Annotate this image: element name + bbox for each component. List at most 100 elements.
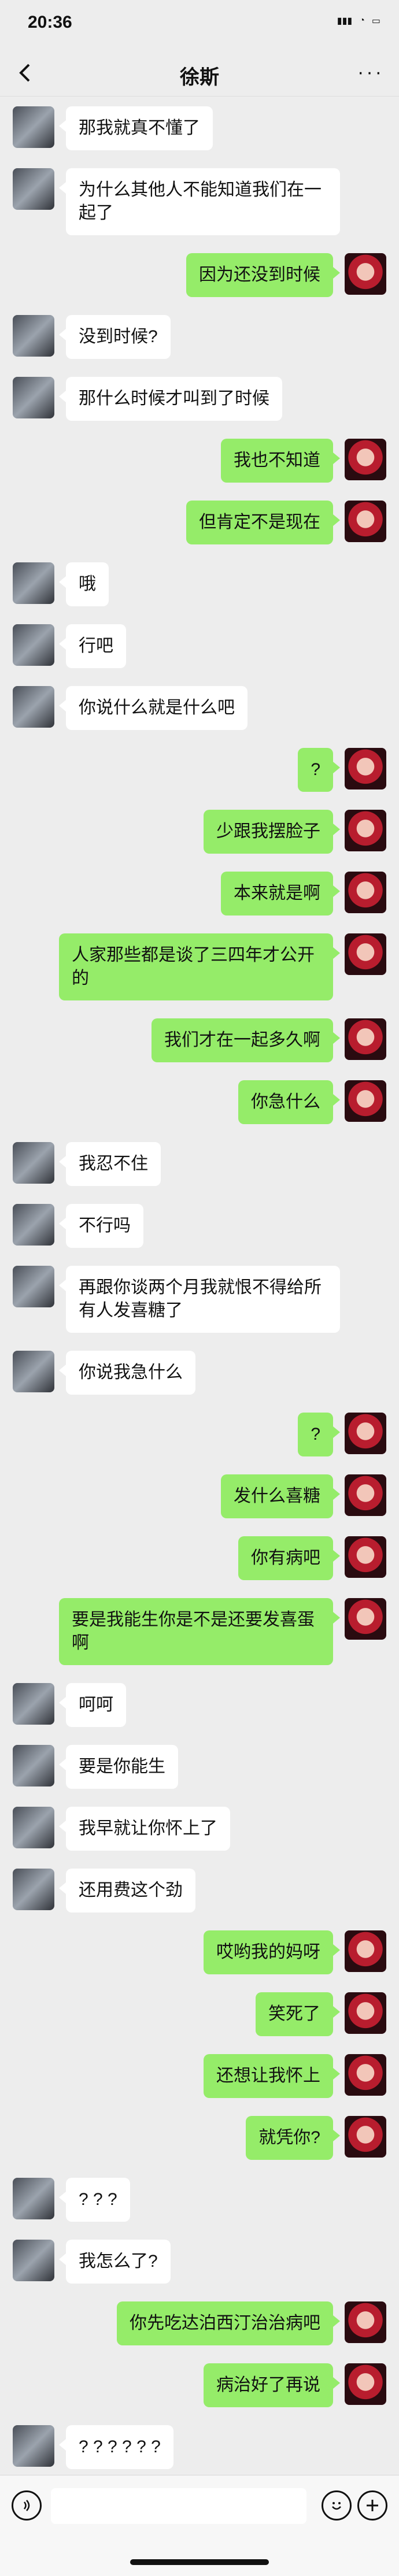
user-avatar[interactable] <box>345 1930 386 1972</box>
contact-avatar[interactable] <box>13 1683 54 1725</box>
message-bubble[interactable]: 要是我能生你是不是还要发喜蛋啊 <box>59 1598 340 1665</box>
message-bubble[interactable]: 呵呵 <box>59 1683 126 1727</box>
message-bubble[interactable]: 就凭你? <box>246 2116 340 2160</box>
user-avatar[interactable] <box>345 2116 386 2158</box>
user-avatar[interactable] <box>345 2301 386 2343</box>
message-bubble[interactable]: 发什么喜糖 <box>221 1474 340 1518</box>
contact-avatar[interactable] <box>13 2178 54 2219</box>
message-bubble[interactable]: ? <box>298 748 340 792</box>
user-avatar[interactable] <box>345 1992 386 2034</box>
message-bubble[interactable]: 我忍不住 <box>59 1142 161 1186</box>
message-bubble[interactable]: 再跟你谈两个月我就恨不得给所有人发喜糖了 <box>59 1266 340 1333</box>
message-bubble[interactable]: 但肯定不是现在 <box>186 501 340 544</box>
contact-avatar[interactable] <box>13 1351 54 1392</box>
contact-avatar[interactable] <box>13 686 54 728</box>
message-bubble[interactable]: 你先吃达泊西汀治治病吧 <box>117 2301 340 2345</box>
received-message: 我忍不住 <box>0 1142 399 1186</box>
message-bubble[interactable]: 因为还没到时候 <box>186 253 340 297</box>
user-avatar[interactable] <box>345 253 386 295</box>
message-bubble[interactable]: 我也不知道 <box>221 439 340 483</box>
received-message: 没到时候? <box>0 315 399 359</box>
sent-message: 本来就是啊 <box>0 872 399 916</box>
message-bubble[interactable]: 我们才在一起多久啊 <box>152 1018 340 1062</box>
user-avatar[interactable] <box>345 933 386 975</box>
message-bubble[interactable]: 你说什么就是什么吧 <box>59 686 247 730</box>
message-bubble[interactable]: 为什么其他人不能知道我们在一起了 <box>59 168 340 235</box>
user-avatar[interactable] <box>345 1598 386 1640</box>
message-bubble[interactable]: 你急什么 <box>238 1080 340 1124</box>
voice-input-icon[interactable] <box>12 2490 42 2521</box>
sent-message: 因为还没到时候 <box>0 253 399 297</box>
contact-avatar[interactable] <box>13 377 54 418</box>
message-bubble[interactable]: 本来就是啊 <box>221 872 340 916</box>
sent-message: 我们才在一起多久啊 <box>0 1018 399 1062</box>
contact-avatar[interactable] <box>13 168 54 210</box>
received-message: 你说什么就是什么吧 <box>0 686 399 730</box>
user-avatar[interactable] <box>345 810 386 851</box>
message-bubble[interactable]: 要是你能生 <box>59 1745 178 1789</box>
user-avatar[interactable] <box>345 1474 386 1516</box>
message-bubble[interactable]: 哎哟我的妈呀 <box>204 1930 340 1974</box>
contact-avatar[interactable] <box>13 1807 54 1848</box>
message-bubble[interactable]: 哦 <box>59 562 109 606</box>
received-message: 为什么其他人不能知道我们在一起了 <box>0 168 399 235</box>
message-bubble[interactable]: 那我就真不懂了 <box>59 106 213 150</box>
contact-avatar[interactable] <box>13 1266 54 1307</box>
user-avatar[interactable] <box>345 748 386 790</box>
message-bubble[interactable]: 不行吗 <box>59 1204 143 1248</box>
user-avatar[interactable] <box>345 1080 386 1122</box>
contact-avatar[interactable] <box>13 2425 54 2467</box>
contact-avatar[interactable] <box>13 1142 54 1184</box>
sent-message: 还想让我怀上 <box>0 2054 399 2098</box>
received-message: 再跟你谈两个月我就恨不得给所有人发喜糖了 <box>0 1266 399 1333</box>
sent-message: 人家那些都是谈了三四年才公开的 <box>0 933 399 1000</box>
message-bubble[interactable]: ? ? ? ? ? ? <box>59 2425 173 2469</box>
message-bubble[interactable]: 病治好了再说 <box>204 2363 340 2407</box>
sent-message: 你有病吧 <box>0 1536 399 1580</box>
message-bubble[interactable]: 笑死了 <box>256 1992 340 2036</box>
message-bubble[interactable]: 那什么时候才叫到了时候 <box>59 377 282 421</box>
user-avatar[interactable] <box>345 439 386 480</box>
message-bubble[interactable]: 没到时候? <box>59 315 171 359</box>
received-message: 还用费这个劲 <box>0 1869 399 1912</box>
user-avatar[interactable] <box>345 2054 386 2096</box>
emoji-icon[interactable] <box>322 2490 352 2521</box>
more-options-icon[interactable]: ··· <box>357 61 384 84</box>
message-bubble[interactable]: 你有病吧 <box>238 1536 340 1580</box>
contact-avatar[interactable] <box>13 1869 54 1910</box>
sent-message: 笑死了 <box>0 1992 399 2036</box>
contact-avatar[interactable] <box>13 1204 54 1246</box>
user-avatar[interactable] <box>345 872 386 913</box>
message-bubble[interactable]: 人家那些都是谈了三四年才公开的 <box>59 933 340 1000</box>
message-bubble[interactable]: 少跟我摆脸子 <box>204 810 340 854</box>
sent-message: 发什么喜糖 <box>0 1474 399 1518</box>
contact-avatar[interactable] <box>13 624 54 666</box>
user-avatar[interactable] <box>345 501 386 542</box>
battery-icon: ▭ <box>371 16 380 26</box>
contact-avatar[interactable] <box>13 315 54 357</box>
message-input[interactable] <box>51 2488 306 2524</box>
status-time: 20:36 <box>28 13 72 32</box>
sent-message: 少跟我摆脸子 <box>0 810 399 854</box>
message-bubble[interactable]: 我早就让你怀上了 <box>59 1807 230 1851</box>
contact-avatar[interactable] <box>13 106 54 148</box>
user-avatar[interactable] <box>345 2363 386 2405</box>
message-bubble[interactable]: ? ? ? <box>59 2178 130 2222</box>
message-bubble[interactable]: 还用费这个劲 <box>59 1869 195 1912</box>
user-avatar[interactable] <box>345 1413 386 1454</box>
user-avatar[interactable] <box>345 1536 386 1578</box>
received-message: 你说我急什么 <box>0 1351 399 1395</box>
contact-avatar[interactable] <box>13 1745 54 1786</box>
contact-avatar[interactable] <box>13 562 54 604</box>
user-avatar[interactable] <box>345 1018 386 1060</box>
message-bubble[interactable]: 你说我急什么 <box>59 1351 195 1395</box>
message-bubble[interactable]: ? <box>298 1413 340 1456</box>
sent-message: 哎哟我的妈呀 <box>0 1930 399 1974</box>
add-attachment-icon[interactable] <box>357 2490 387 2521</box>
contact-avatar[interactable] <box>13 2240 54 2281</box>
received-message: ? ? ? <box>0 2178 399 2222</box>
message-bubble[interactable]: 我怎么了? <box>59 2240 171 2284</box>
message-bubble[interactable]: 行吧 <box>59 624 126 668</box>
received-message: 不行吗 <box>0 1204 399 1248</box>
message-bubble[interactable]: 还想让我怀上 <box>204 2054 340 2098</box>
